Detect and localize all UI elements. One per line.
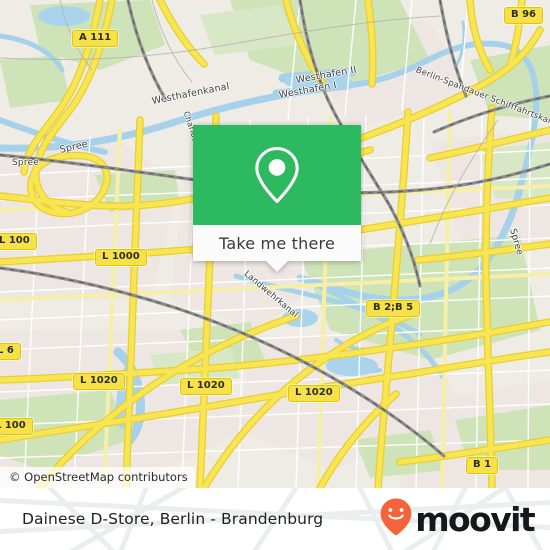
road-shield: L 100 [0, 418, 33, 435]
footer-bar: Dainese D-Store, Berlin - Brandenburg mo… [0, 488, 550, 550]
map-pin-icon [251, 144, 303, 206]
road-shield: B 1 [466, 457, 499, 474]
place-title: Dainese D-Store, Berlin - Brandenburg [22, 510, 324, 528]
road-shield: B 2;B 5 [366, 300, 421, 317]
moovit-location-card: WesthafenkanalCharlottenburger Verbindun… [0, 0, 550, 550]
osm-attribution: © OpenStreetMap contributors [0, 467, 195, 488]
moovit-wordmark: moovit [415, 499, 535, 539]
take-me-there-label: Take me there [219, 233, 335, 253]
road-shield: L 6 [0, 343, 21, 360]
road-shield: L 1020 [180, 378, 232, 395]
road-shield: L 1000 [95, 249, 147, 266]
take-me-there-callout[interactable]: Take me there [193, 125, 361, 272]
callout-pointer [266, 261, 288, 272]
callout-action-panel[interactable]: Take me there [193, 225, 361, 261]
road-shield: L 1020 [288, 385, 340, 402]
road-shield: A 111 [72, 30, 119, 47]
moovit-smiling-pin-icon [379, 497, 413, 542]
road-shield: L 100 [0, 233, 37, 250]
road-shield: L 1020 [73, 373, 125, 390]
road-shield: B 96 [504, 7, 544, 24]
moovit-logo[interactable]: moovit [379, 488, 536, 550]
callout-icon-panel [193, 125, 361, 225]
